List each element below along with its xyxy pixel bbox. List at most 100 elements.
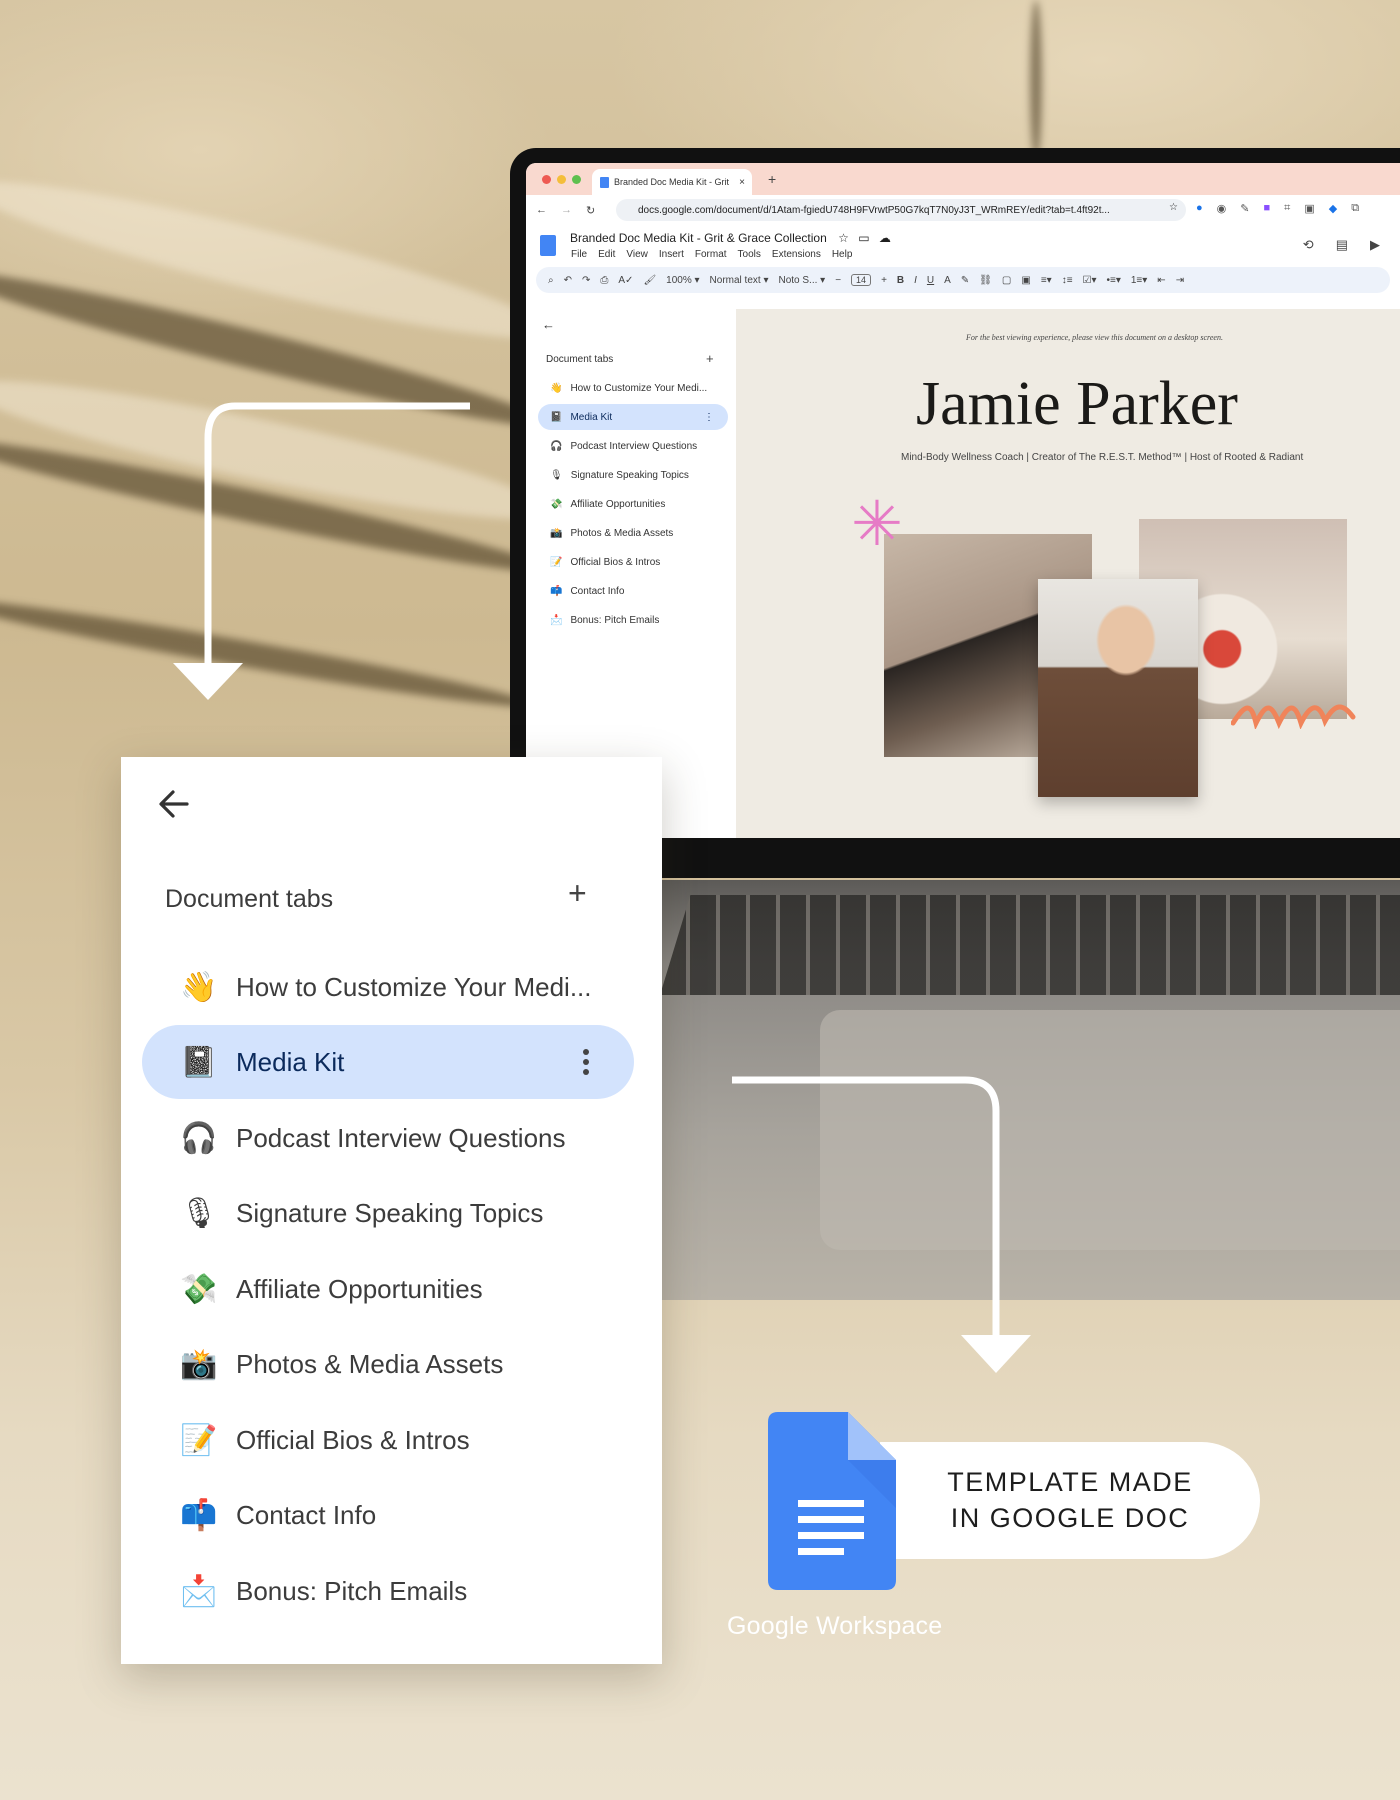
sidebar-tab-media-kit[interactable]: 📓 Media Kit ⋮ [538, 404, 728, 430]
bookmark-star-icon[interactable]: ☆ [1169, 202, 1178, 213]
search-menus-icon[interactable]: ⌕ [548, 275, 554, 286]
maximize-window-dot[interactable] [572, 175, 581, 184]
back-nav-icon[interactable]: ← [536, 204, 547, 216]
menu-view[interactable]: View [626, 249, 648, 260]
sidebar-tab-affiliate[interactable]: 💸 Affiliate Opportunities [538, 491, 728, 517]
add-tab-button[interactable]: + [568, 875, 587, 912]
text-color-icon[interactable]: A [944, 275, 951, 286]
tab-podcast-interview-questions[interactable]: 🎧 Podcast Interview Questions [142, 1101, 634, 1175]
version-history-icon[interactable]: ⟲ [1303, 237, 1314, 253]
checklist-icon[interactable]: ☑▾ [1083, 275, 1097, 286]
new-tab-button[interactable]: + [768, 171, 776, 187]
tab-affiliate-opportunities[interactable]: 💸 Affiliate Opportunities [142, 1252, 634, 1326]
laptop-keyboard [660, 895, 1400, 995]
sidebar-tab-contact[interactable]: 📫 Contact Info [538, 578, 728, 604]
extension-icon[interactable]: ● [1196, 202, 1203, 215]
crop-icon[interactable]: ⌗ [1284, 202, 1290, 215]
headphones-icon: 🎧 [180, 1120, 218, 1156]
menu-insert[interactable]: Insert [659, 249, 684, 260]
docs-header: Branded Doc Media Kit - Grit & Grace Col… [526, 225, 1400, 267]
puzzle-icon[interactable]: ⧉ [1351, 202, 1359, 215]
sidebar-tab-how-to[interactable]: 👋 How to Customize Your Medi... [538, 375, 728, 401]
close-window-dot[interactable] [542, 175, 551, 184]
google-docs-logo-icon[interactable] [540, 235, 556, 256]
document-page[interactable]: For the best viewing experience, please … [736, 309, 1400, 838]
tab-official-bios-intros[interactable]: 📝 Official Bios & Intros [142, 1403, 634, 1477]
align-icon[interactable]: ≡▾ [1041, 275, 1052, 286]
meet-icon[interactable]: ▶ [1370, 237, 1380, 253]
menu-extensions[interactable]: Extensions [772, 249, 821, 260]
bullet-list-icon[interactable]: •≡▾ [1107, 275, 1121, 286]
bold-icon[interactable]: B [897, 275, 904, 286]
menu-format[interactable]: Format [695, 249, 727, 260]
camera-icon[interactable]: ◉ [1217, 202, 1227, 215]
sidebar-tab-speaking[interactable]: 🎙 Signature Speaking Topics [538, 462, 728, 488]
link-icon[interactable]: ⛓ [979, 275, 992, 286]
indent-decrease-icon[interactable]: ⇤ [1157, 275, 1165, 286]
document-title[interactable]: Branded Doc Media Kit - Grit & Grace Col… [570, 231, 891, 245]
tag-icon[interactable]: ◆ [1329, 202, 1337, 215]
address-bar[interactable]: docs.google.com/document/d/1Atam-fgiedU7… [616, 199, 1186, 221]
line-spacing-icon[interactable]: ↕≡ [1062, 275, 1073, 286]
more-options-icon[interactable] [583, 1049, 589, 1075]
add-comment-icon[interactable]: ▢ [1002, 275, 1011, 286]
comments-icon[interactable]: ▤ [1336, 237, 1348, 253]
back-arrow-icon[interactable]: ← [542, 317, 555, 332]
star-icon[interactable]: ☆ [838, 231, 849, 245]
move-folder-icon[interactable]: ▭ [858, 231, 869, 245]
paint-format-icon[interactable]: 🖌 [643, 275, 656, 286]
print-icon[interactable]: ⎙ [600, 275, 608, 286]
tab-photos-media-assets[interactable]: 📸 Photos & Media Assets [142, 1327, 634, 1401]
add-tab-button[interactable]: + [706, 351, 714, 366]
underline-icon[interactable]: U [927, 275, 934, 286]
menu-edit[interactable]: Edit [598, 249, 615, 260]
docs-toolbar: ⌕ ↶ ↷ ⎙ A✓ 🖌 100% ▾ Normal text ▾ Noto S… [536, 267, 1390, 293]
microphone-icon: 🎙 [550, 469, 563, 481]
more-options-icon[interactable]: ⋮ [704, 412, 714, 423]
highlight-icon[interactable]: ✎ [961, 275, 969, 286]
spellcheck-icon[interactable]: A✓ [618, 275, 633, 286]
reload-icon[interactable]: ↻ [586, 204, 595, 217]
document-tabs-heading: Document tabs [165, 885, 334, 913]
minimize-window-dot[interactable] [557, 175, 566, 184]
extension-icon[interactable]: ▣ [1304, 202, 1314, 215]
tab-bonus-pitch-emails[interactable]: 📩 Bonus: Pitch Emails [142, 1554, 634, 1628]
menu-tools[interactable]: Tools [738, 249, 761, 260]
tab-how-to-customize[interactable]: 👋 How to Customize Your Medi... [142, 950, 634, 1024]
browser-tabstrip: Branded Doc Media Kit - Grit × + [526, 163, 1400, 195]
menu-file[interactable]: File [571, 249, 587, 260]
font-select[interactable]: Noto S... ▾ [778, 275, 825, 286]
headphones-icon: 🎧 [550, 440, 563, 452]
font-size-decrease-button[interactable]: − [835, 275, 841, 286]
notebook-icon: 📓 [550, 411, 563, 423]
tab-media-kit[interactable]: 📓 Media Kit [142, 1025, 634, 1099]
sidebar-tab-podcast[interactable]: 🎧 Podcast Interview Questions [538, 433, 728, 459]
italic-icon[interactable]: I [914, 275, 917, 286]
extension-icon[interactable]: ■ [1263, 202, 1270, 215]
tab-contact-info[interactable]: 📫 Contact Info [142, 1478, 634, 1552]
zoom-select[interactable]: 100% ▾ [666, 275, 699, 286]
sidebar-tab-photos[interactable]: 📸 Photos & Media Assets [538, 520, 728, 546]
back-arrow-icon[interactable] [157, 787, 191, 821]
tab-signature-speaking-topics[interactable]: 🎙 Signature Speaking Topics [142, 1176, 634, 1250]
arrow-down-right-icon [732, 1076, 1031, 1373]
redo-icon[interactable]: ↷ [582, 275, 590, 286]
pen-icon[interactable]: ✎ [1240, 202, 1249, 215]
menu-help[interactable]: Help [832, 249, 853, 260]
close-tab-button[interactable]: × [739, 177, 745, 188]
docs-menu-bar: File Edit View Insert Format Tools Exten… [571, 249, 852, 260]
sidebar-tab-pitch-emails[interactable]: 📩 Bonus: Pitch Emails [538, 607, 728, 633]
browser-tab[interactable]: Branded Doc Media Kit - Grit × [592, 169, 752, 195]
camera-flash-icon: 📸 [180, 1346, 218, 1382]
forward-nav-icon[interactable]: → [561, 204, 572, 216]
indent-increase-icon[interactable]: ⇥ [1176, 275, 1184, 286]
google-docs-logo-icon [768, 1412, 896, 1590]
undo-icon[interactable]: ↶ [564, 275, 572, 286]
sidebar-tab-bios[interactable]: 📝 Official Bios & Intros [538, 549, 728, 575]
insert-image-icon[interactable]: ▣ [1021, 275, 1030, 286]
tab-label: Bonus: Pitch Emails [236, 1575, 468, 1606]
font-size-increase-button[interactable]: + [881, 275, 887, 286]
font-size-input[interactable]: 14 [851, 274, 872, 286]
numbered-list-icon[interactable]: 1≡▾ [1131, 275, 1147, 286]
style-select[interactable]: Normal text ▾ [710, 275, 769, 286]
